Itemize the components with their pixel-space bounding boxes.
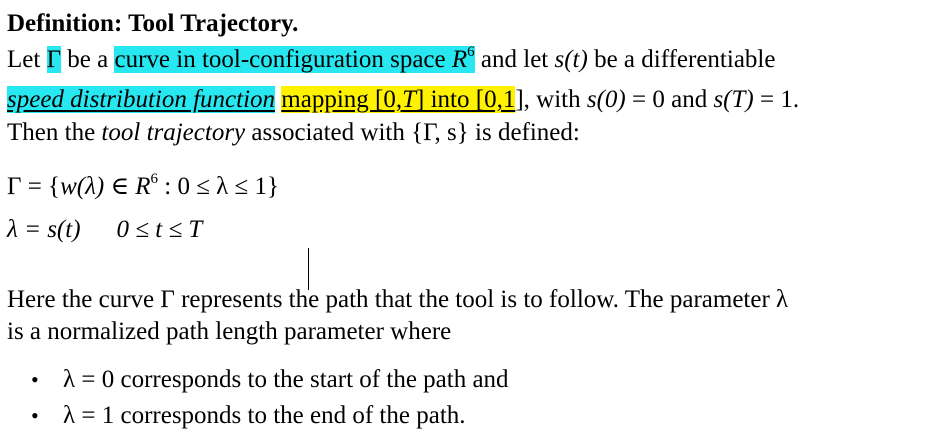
highlight-mapping: mapping [0,T] into [0,1 [281, 86, 516, 113]
s-of-big-t: s(T) [713, 86, 754, 113]
t-symbol: T [402, 86, 417, 113]
eq2-lhs: λ = s(t) [7, 216, 81, 243]
definition-line-3: Then the tool trajectory associated with… [7, 117, 580, 149]
text-be-a: be a [61, 46, 115, 73]
text-let: Let [7, 46, 47, 73]
text-then-the: Then the [7, 119, 102, 146]
eq1-in: ∈ [104, 173, 136, 200]
mapping-into-text: ] into [0,1 [416, 86, 516, 113]
term-tool-trajectory: tool trajectory [101, 119, 246, 146]
s-of-zero: s(0) [586, 86, 626, 113]
r-superscript: 6 [467, 44, 475, 60]
eq2-range: 0 ≤ t ≤ T [116, 216, 203, 243]
list-item: • λ = 0 corresponds to the start of the p… [31, 364, 509, 396]
definition-line-2: speed distribution function mapping [0,T… [7, 84, 799, 116]
text-and-let: and let [474, 46, 555, 73]
text-eq-one: = 1. [753, 86, 800, 113]
paragraph-line-1: Here the curve Γ represents the path tha… [7, 286, 789, 313]
eq1-range: : 0 ≤ λ ≤ 1} [158, 173, 280, 200]
definition-title: Definition: Tool Trajectory. [7, 10, 299, 37]
paragraph-line-2: is a normalized path length parameter wh… [7, 318, 452, 345]
highlight-speed-distribution: speed distribution function [7, 86, 276, 113]
r-symbol: R [451, 46, 468, 73]
bullet-icon: • [31, 367, 39, 392]
text-with: ], with [515, 86, 587, 113]
highlight-curve-text: curve in tool-configuration space [114, 46, 452, 73]
list-item-text: λ = 1 corresponds to the end of the path… [63, 402, 466, 429]
list-item-text: λ = 0 corresponds to the start of the pa… [63, 366, 509, 393]
eq1-r-superscript: 6 [150, 171, 159, 187]
s-of-t: s(t) [554, 46, 588, 73]
mapping-text: mapping [0, [281, 86, 403, 113]
list-item: • λ = 1 corresponds to the end of the pat… [31, 400, 466, 432]
equation-lambda: λ = s(t) 0 ≤ t ≤ T [7, 214, 202, 246]
bullet-icon: • [31, 403, 39, 428]
text-differentiable: be a differentiable [587, 46, 776, 73]
eq1-r: R [135, 173, 151, 200]
eq1-w-lambda: w(λ) [60, 173, 105, 200]
text-eq-zero: = 0 and [625, 86, 714, 113]
gamma-symbol: Γ [46, 46, 62, 73]
text-associated: associated with {Γ, s} is defined: [245, 119, 580, 146]
equation-gamma: Γ = {w(λ) ∈ R6 : 0 ≤ λ ≤ 1} [7, 171, 279, 203]
highlight-curve-space: curve in tool-configuration space R6 [114, 44, 475, 73]
definition-line-1: Let Γ be a curve in tool-configuration s… [7, 44, 775, 76]
eq1-lhs: Γ = { [7, 173, 61, 200]
